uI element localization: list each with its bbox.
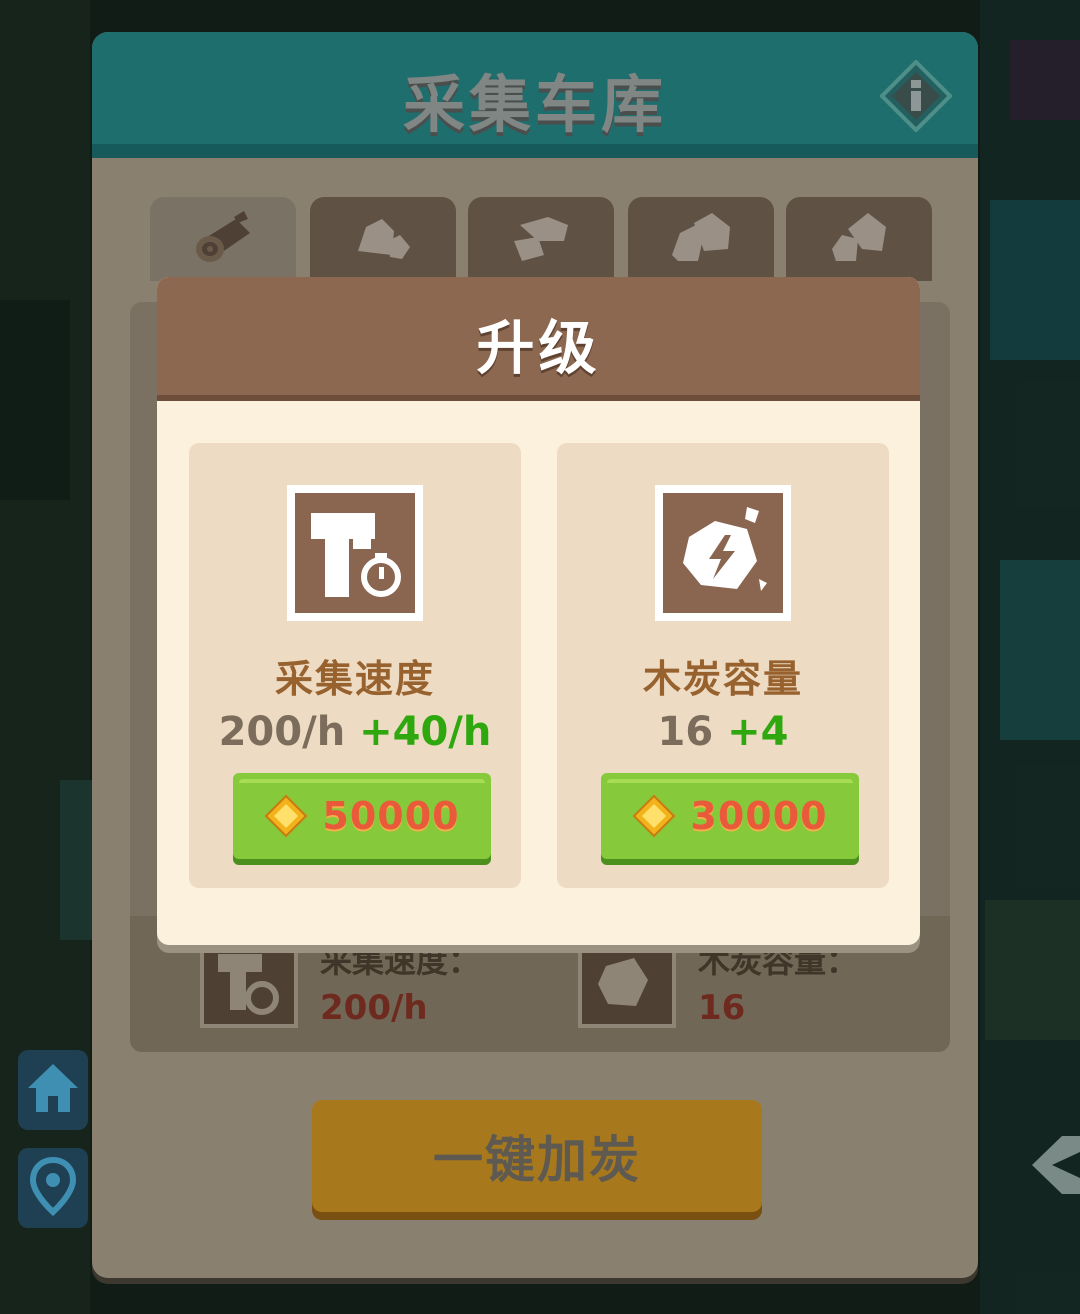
stone-icon bbox=[508, 211, 574, 267]
collection-speed-value: 200/h bbox=[320, 988, 428, 1028]
stone-icon bbox=[668, 209, 734, 269]
gem-icon bbox=[632, 794, 676, 838]
expand-arrow-button[interactable] bbox=[1022, 1130, 1080, 1200]
charcoal-lightning-icon bbox=[655, 485, 791, 621]
add-charcoal-button[interactable]: 一键加炭 bbox=[312, 1100, 762, 1212]
tab-stone-1[interactable] bbox=[310, 197, 456, 281]
collection-speed-stat-icon bbox=[200, 942, 298, 1028]
upgrade-dialog: 升级 采集速度 200/h +40/h 50000 木炭容量 16 +4 300… bbox=[157, 277, 920, 945]
tab-stone-3[interactable] bbox=[628, 197, 774, 281]
hammer-timer-icon bbox=[287, 485, 423, 621]
current-value: 200/h bbox=[218, 709, 346, 755]
charcoal-capacity-stat-icon bbox=[578, 942, 676, 1028]
upgrade-card-capacity: 木炭容量 16 +4 30000 bbox=[557, 443, 889, 888]
home-icon bbox=[24, 1060, 82, 1120]
increase-value: +40/h bbox=[359, 709, 492, 755]
upgrade-card-title: 木炭容量 bbox=[642, 657, 803, 701]
tab-wood[interactable] bbox=[150, 197, 296, 281]
charcoal-capacity-value: 16 bbox=[698, 988, 746, 1028]
price-text: 50000 bbox=[322, 794, 460, 838]
upgrade-speed-buy-button[interactable]: 50000 bbox=[233, 773, 491, 859]
wood-log-icon bbox=[190, 209, 256, 269]
panel-title: 采集车库 bbox=[402, 68, 667, 141]
increase-value: +4 bbox=[727, 709, 789, 755]
arrow-left-icon bbox=[1022, 1136, 1080, 1204]
upgrade-capacity-buy-button[interactable]: 30000 bbox=[601, 773, 859, 859]
home-button[interactable] bbox=[18, 1050, 88, 1130]
tab-stone-2[interactable] bbox=[468, 197, 614, 281]
stone-icon bbox=[352, 211, 414, 267]
upgrade-card-values: 200/h +40/h bbox=[189, 709, 521, 755]
upgrade-card-values: 16 +4 bbox=[557, 709, 889, 755]
gem-icon bbox=[264, 794, 308, 838]
info-button[interactable] bbox=[879, 59, 953, 133]
upgrade-dialog-title: 升级 bbox=[476, 314, 601, 382]
price-text: 30000 bbox=[690, 794, 828, 838]
info-icon bbox=[879, 59, 953, 136]
location-pin-icon bbox=[28, 1156, 78, 1220]
location-button[interactable] bbox=[18, 1148, 88, 1228]
tab-stone-4[interactable] bbox=[786, 197, 932, 281]
stone-icon bbox=[828, 209, 890, 269]
current-value: 16 bbox=[657, 709, 714, 755]
upgrade-card-speed: 采集速度 200/h +40/h 50000 bbox=[189, 443, 521, 888]
upgrade-card-title: 采集速度 bbox=[274, 657, 435, 701]
